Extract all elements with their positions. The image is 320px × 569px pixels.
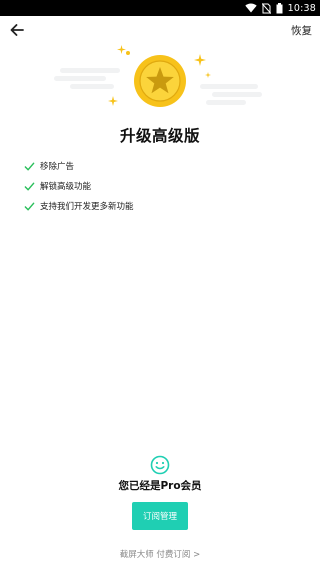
check-icon bbox=[24, 162, 35, 170]
feature-item: 解锁高级功能 bbox=[24, 176, 134, 196]
cloud-decoration bbox=[206, 100, 246, 105]
battery-icon bbox=[276, 2, 283, 13]
back-button[interactable] bbox=[6, 20, 28, 40]
top-bar: 恢复 bbox=[0, 16, 320, 44]
check-icon bbox=[24, 182, 35, 190]
page-title: 升级高级版 bbox=[119, 127, 200, 145]
sparkle-icon bbox=[205, 72, 211, 78]
feature-list: 移除广告 解锁高级功能 支持我们开发更多新功能 bbox=[24, 156, 134, 216]
cloud-decoration bbox=[200, 84, 258, 89]
feature-label: 解锁高级功能 bbox=[40, 182, 92, 192]
status-icons: 10:38 bbox=[244, 0, 316, 16]
wifi-icon bbox=[244, 3, 257, 13]
sparkle-icon bbox=[126, 51, 130, 55]
feature-label: 移除广告 bbox=[40, 162, 75, 172]
feature-item: 支持我们开发更多新功能 bbox=[24, 196, 134, 216]
hero-illustration bbox=[50, 44, 270, 120]
gold-star-coin-icon bbox=[134, 55, 186, 107]
feature-item: 移除广告 bbox=[24, 156, 134, 176]
cloud-decoration bbox=[70, 84, 114, 89]
sparkle-icon bbox=[117, 45, 126, 54]
status-time: 10:38 bbox=[287, 2, 316, 14]
cloud-decoration bbox=[60, 68, 120, 73]
restore-button[interactable]: 恢复 bbox=[291, 23, 312, 38]
cloud-decoration bbox=[212, 92, 262, 97]
subscription-footer-link[interactable]: 截屏大师 付费订阅 > bbox=[0, 548, 320, 560]
smile-icon bbox=[150, 455, 170, 475]
pro-member-status: 您已经是Pro会员 bbox=[118, 480, 202, 492]
feature-label: 支持我们开发更多新功能 bbox=[40, 202, 134, 212]
manage-subscription-button[interactable]: 订阅管理 bbox=[132, 502, 188, 530]
status-bar: 10:38 bbox=[0, 0, 320, 16]
sparkle-icon bbox=[194, 54, 206, 66]
cloud-decoration bbox=[54, 76, 106, 81]
arrow-left-icon bbox=[10, 24, 24, 36]
check-icon bbox=[24, 202, 35, 210]
no-sim-icon bbox=[261, 2, 271, 14]
sparkle-icon bbox=[108, 96, 118, 106]
